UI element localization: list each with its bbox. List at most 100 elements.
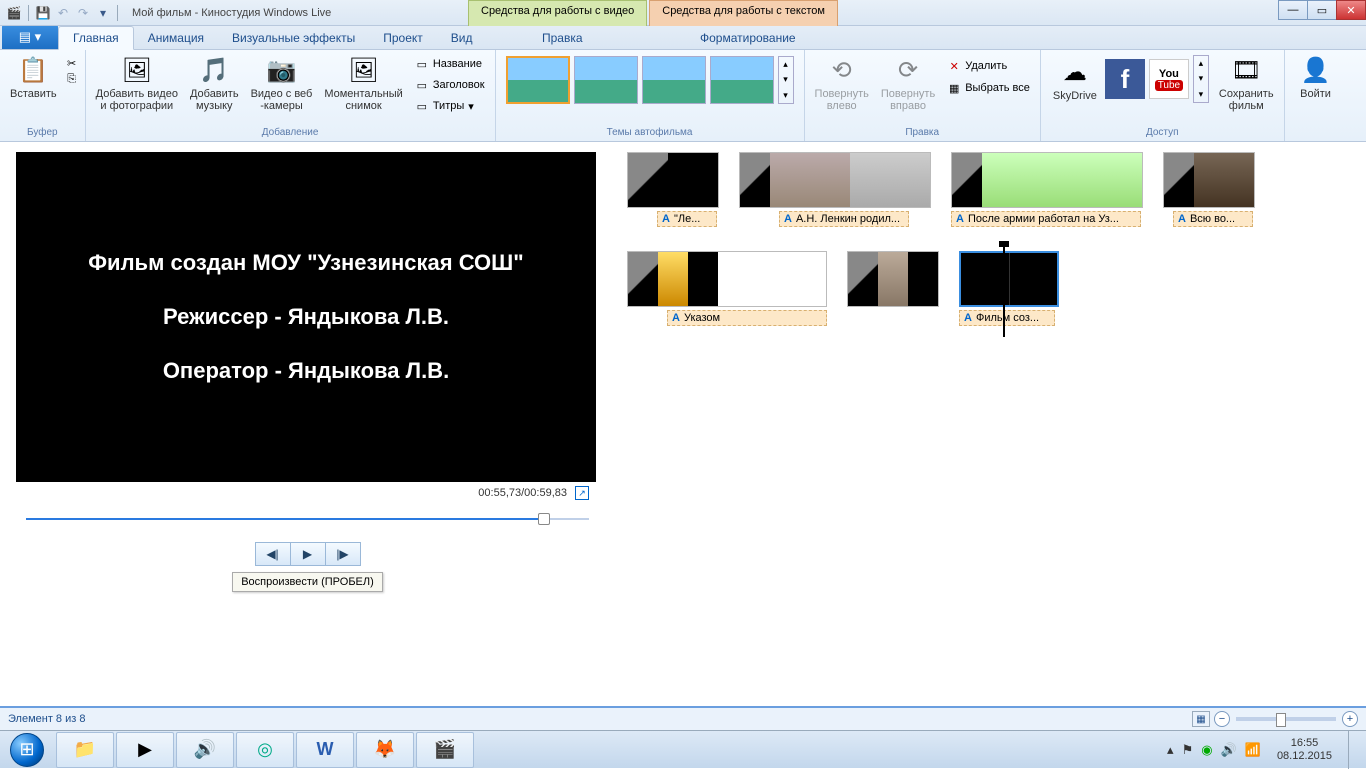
redo-icon[interactable]: ↷ [75,5,91,21]
group-label: Темы автофильма [502,126,798,139]
transport-controls: ◀| ▶ |▶ [8,542,607,566]
webcam-button[interactable]: 📷 Видео с веб -камеры [247,52,317,114]
tray-up-icon[interactable]: ▴ [1167,742,1174,758]
separator [28,5,29,21]
app-icon: 🎬 [6,5,22,21]
preview-monitor[interactable]: Фильм создан МОУ "Узнезинская СОШ" Режис… [16,152,596,482]
gallery-up-icon[interactable]: ▴ [1194,56,1208,71]
file-menu-button[interactable]: ▤ ▾ [2,25,58,49]
clip-item[interactable]: AВсю во... [1163,152,1255,227]
task-word[interactable]: W [296,732,354,768]
minimize-button[interactable]: — [1278,0,1308,20]
play-tooltip: Воспроизвести (ПРОБЕЛ) [232,572,383,592]
theme-thumb[interactable] [642,56,706,104]
snapshot-button[interactable]: 🖼 Моментальный снимок [320,52,406,114]
zoom-in-button[interactable]: + [1342,711,1358,727]
copy-icon[interactable]: ⎘ [65,72,79,86]
fullscreen-icon[interactable]: ↗ [575,486,589,500]
task-sound[interactable]: 🔊 [176,732,234,768]
maximize-button[interactable]: ▭ [1307,0,1337,20]
tray-clock[interactable]: 16:55 08.12.2015 [1269,737,1340,763]
clip-item[interactable]: A"Ле... [627,152,719,227]
show-desktop-button[interactable] [1348,731,1362,769]
rotate-left-button[interactable]: ⟲ Повернуть влево [811,52,873,114]
gallery-down-icon[interactable]: ▾ [1194,71,1208,86]
zoom-slider[interactable] [1236,717,1336,721]
tray-volume-icon[interactable]: 🔊 [1221,742,1237,758]
seek-fill [26,518,544,520]
signin-button[interactable]: 👤 Войти [1291,52,1341,102]
clip-item-selected[interactable]: AФильм соз... [959,251,1059,326]
close-button[interactable]: ✕ [1336,0,1366,20]
delete-icon: ✕ [947,59,961,73]
taskbar: 📁 ▶ 🔊 ◎ W 🦊 🎬 ▴ ⚑ ◉ 🔊 📶 16:55 08.12.2015 [0,730,1366,768]
skydrive-button[interactable]: ☁ SkyDrive [1049,54,1101,104]
tab-format-text[interactable]: Форматирование [686,27,810,49]
text-icon: A [662,213,670,225]
playhead[interactable] [1003,245,1005,337]
paste-button[interactable]: 📋 Вставить [6,52,61,102]
undo-icon[interactable]: ↶ [55,5,71,21]
theme-thumb[interactable] [506,56,570,104]
play-button[interactable]: ▶ [290,542,326,566]
delete-button[interactable]: ✕Удалить [943,56,1034,76]
task-moviemaker[interactable]: 🎬 [416,732,474,768]
gallery-more-icon[interactable]: ▾ [1194,87,1208,102]
text-icon: A [784,213,792,225]
tab-animation[interactable]: Анимация [134,27,218,49]
add-music-button[interactable]: 🎵 Добавить музыку [186,52,243,114]
theme-thumb[interactable] [574,56,638,104]
clip-item[interactable] [737,251,939,326]
gallery-more-icon[interactable]: ▾ [779,88,793,103]
rotate-right-button[interactable]: ⟳ Повернуть вправо [877,52,939,114]
next-frame-button[interactable]: |▶ [325,542,361,566]
youtube-button[interactable]: YouTube [1149,59,1189,99]
add-video-button[interactable]: 🖼 Добавить видео и фотографии [92,52,182,114]
zoom-control: − + [1214,711,1358,727]
tray-flag-icon[interactable]: ⚑ [1182,742,1194,758]
playhead-handle[interactable] [999,241,1009,247]
add-header-button[interactable]: ▭Заголовок [411,75,489,95]
gallery-down-icon[interactable]: ▾ [779,72,793,87]
seek-bar[interactable] [26,512,589,526]
facebook-button[interactable]: f [1105,59,1145,99]
rotate-left-icon: ⟲ [826,54,858,86]
context-tab-video[interactable]: Средства для работы с видео [468,0,647,26]
start-button[interactable] [0,731,54,769]
task-firefox[interactable]: 🦊 [356,732,414,768]
storyboard[interactable]: A"Ле... AА.Н. Ленкин родил... AПосле арм… [615,142,1366,694]
tray-app-icon[interactable]: ◉ [1201,742,1212,758]
window-controls: — ▭ ✕ [1279,0,1366,20]
context-tab-text[interactable]: Средства для работы с текстом [649,0,838,26]
ribbon-tab-strip: ▤ ▾ Главная Анимация Визуальные эффекты … [0,26,1366,50]
gallery-up-icon[interactable]: ▴ [779,57,793,72]
select-all-button[interactable]: ▦Выбрать все [943,78,1034,98]
theme-gallery: ▴ ▾ ▾ [502,52,798,108]
save-icon[interactable]: 💾 [35,5,51,21]
prev-frame-button[interactable]: ◀| [255,542,291,566]
add-title-button[interactable]: ▭Название [411,54,489,74]
user-icon: 👤 [1300,54,1332,86]
tab-view[interactable]: Вид [437,27,487,49]
tab-visual-effects[interactable]: Визуальные эффекты [218,27,369,49]
tab-project[interactable]: Проект [369,27,437,49]
clock-time: 16:55 [1277,737,1332,750]
view-thumbnails-icon[interactable]: ▦ [1192,711,1210,727]
storyboard-row: A"Ле... AА.Н. Ленкин родил... AПосле арм… [627,152,1354,227]
cut-icon[interactable]: ✂ [65,56,79,70]
seek-thumb[interactable] [538,513,550,525]
music-icon: 🎵 [198,54,230,86]
tray-network-icon[interactable]: 📶 [1245,742,1261,758]
clip-item[interactable]: AПосле армии работал на Уз... [951,152,1143,227]
qat-dropdown-icon[interactable]: ▾ [95,5,111,21]
tab-home[interactable]: Главная [58,26,134,50]
add-credits-button[interactable]: ▭Титры ▾ [411,96,489,116]
theme-thumb[interactable] [710,56,774,104]
task-mediaplayer[interactable]: ▶ [116,732,174,768]
clip-item[interactable]: AА.Н. Ленкин родил... [739,152,931,227]
zoom-out-button[interactable]: − [1214,711,1230,727]
task-explorer[interactable]: 📁 [56,732,114,768]
task-app[interactable]: ◎ [236,732,294,768]
save-movie-button[interactable]: 🎞 Сохранить фильм [1215,52,1278,114]
tab-edit-video[interactable]: Правка [528,27,597,49]
